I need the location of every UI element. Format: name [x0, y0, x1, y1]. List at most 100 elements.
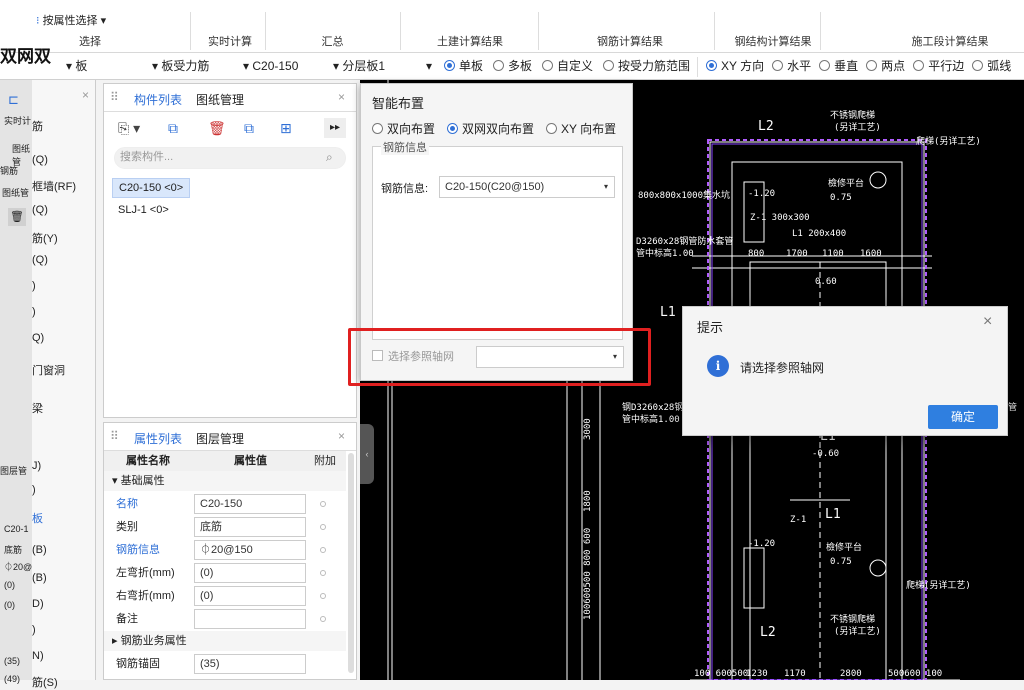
drag-handle-icon[interactable]: ⠿ [110, 429, 119, 443]
floor-type-dropdown[interactable]: ▾ 板 [66, 53, 87, 80]
scrollbar[interactable] [348, 453, 354, 673]
tab-property-list[interactable]: 属性列表 [134, 430, 182, 447]
property-row: 左弯折(mm) (0) [104, 562, 346, 584]
tree-item[interactable]: 门窗洞 [32, 362, 65, 378]
element-type-dropdown[interactable]: ▾ 板受力筋 [152, 53, 209, 80]
property-row: 备注 [104, 608, 346, 630]
tree-item[interactable]: ) [32, 306, 36, 318]
tree-item[interactable]: (Q) [32, 204, 48, 216]
strip-item: (0) [4, 600, 15, 610]
cad-label: 1700 [786, 249, 808, 259]
more-button[interactable]: ▸▸ [324, 118, 346, 138]
property-value[interactable]: (0) [194, 586, 306, 606]
strip-item[interactable]: 实时计 [4, 114, 31, 127]
direction-radio-0[interactable]: XY 方向 [706, 59, 764, 73]
layer-dropdown[interactable]: ▾ 分层板1 [333, 53, 385, 80]
property-value[interactable]: 底筋 [194, 517, 306, 537]
tree-item[interactable]: 筋(Y) [32, 230, 58, 246]
mode-radio-2[interactable]: XY 向布置 [546, 122, 616, 136]
layer-dropdown-arrow[interactable]: ▾ [426, 53, 432, 80]
tree-item[interactable]: ) [32, 280, 36, 292]
ok-button[interactable]: 确定 [928, 405, 998, 429]
cad-label: (另详工艺) [834, 625, 881, 637]
extra-checkbox[interactable] [320, 616, 326, 622]
placement-radio-3[interactable]: 按受力筋范围 [603, 59, 690, 73]
cad-label: 100 600500 [694, 669, 748, 679]
placement-radio-1[interactable]: 多板 [493, 59, 532, 73]
tree-item[interactable]: (B) [32, 544, 47, 556]
tree-item[interactable]: 框墙(RF) [32, 178, 76, 194]
direction-radio-4[interactable]: 平行边 [913, 59, 964, 73]
strip-item[interactable]: 图纸管 [2, 186, 29, 199]
copy-icon[interactable]: ⧉ [168, 120, 178, 137]
close-icon[interactable]: × [338, 429, 345, 443]
strip-item: C20-1 [4, 524, 29, 534]
tree-item[interactable]: N) [32, 650, 44, 662]
tree-item[interactable]: (B) [32, 572, 47, 584]
direction-radio-1[interactable]: 水平 [772, 59, 811, 73]
tree-item[interactable]: 筋 [32, 118, 43, 134]
property-name: 右弯折(mm) [116, 590, 175, 602]
cad-label: L2 [760, 625, 776, 640]
placement-radio-2[interactable]: 自定义 [542, 59, 593, 73]
copy-layer-icon[interactable]: ⧉ [244, 120, 254, 137]
new-component-icon[interactable]: ⎘ ▾ [118, 120, 140, 137]
tree-item[interactable]: 筋(S) [32, 674, 58, 690]
direction-radio-2[interactable]: 垂直 [819, 59, 858, 73]
tree-item[interactable]: ) [32, 484, 36, 496]
delete-icon[interactable]: 🗑 [208, 120, 226, 137]
tab-drawing-management[interactable]: 图纸管理 [196, 91, 244, 108]
ribbon: ⁝ 按属性选择 ▾ 选择 实时计算 汇总 土建计算结果 钢筋计算结果 钢结构计算… [0, 0, 1024, 53]
cad-label: 管 [1008, 401, 1017, 413]
component-item[interactable]: SLJ-1 <0> [118, 204, 169, 216]
tree-item[interactable]: D) [32, 598, 44, 610]
radio-icon [866, 60, 878, 71]
direction-radio-5[interactable]: 弧线 [972, 59, 1011, 73]
section-basic[interactable]: ▾ 基础属性 [104, 471, 346, 491]
property-value[interactable] [194, 609, 306, 629]
layout-icon[interactable]: ⊏ [8, 92, 19, 108]
property-value[interactable]: ⏀20@150 [194, 540, 306, 560]
component-dropdown[interactable]: ▾ C20-150 [243, 53, 298, 80]
tree-item[interactable]: J) [32, 460, 41, 472]
sort-icon[interactable]: ⊞ [280, 120, 292, 137]
mode-radio-0[interactable]: 双向布置 [372, 122, 435, 136]
strip-item[interactable]: 钢筋 [0, 164, 18, 177]
property-value[interactable]: (35) [194, 654, 306, 674]
extra-checkbox[interactable] [320, 501, 326, 507]
tree-item[interactable]: 板 [32, 510, 43, 526]
search-icon[interactable]: ⌕ [326, 150, 333, 165]
component-item[interactable]: C20-150 <0> [112, 178, 191, 198]
mode-radio-1[interactable]: 双网双向布置 [447, 122, 534, 136]
radio-icon [772, 60, 784, 71]
radio-icon [819, 60, 831, 71]
extra-checkbox[interactable] [320, 593, 326, 599]
close-icon[interactable]: × [82, 88, 89, 102]
dialog-title: 智能布置 [372, 96, 425, 111]
tab-layer-management[interactable]: 图层管理 [196, 430, 244, 447]
collapse-handle[interactable]: ‹ [360, 424, 374, 484]
close-icon[interactable]: × [338, 90, 345, 104]
component-search-input[interactable]: 搜索构件... [114, 147, 346, 169]
close-icon[interactable]: × [983, 313, 992, 331]
drag-handle-icon[interactable]: ⠿ [110, 90, 119, 104]
tree-item[interactable]: (Q) [32, 254, 48, 266]
property-value[interactable]: C20-150 [194, 494, 306, 514]
rebar-info-dropdown[interactable]: C20-150(C20@150) ▾ [439, 176, 615, 198]
section-rebar-business[interactable]: ▸ 钢筋业务属性 [104, 631, 346, 651]
tree-item[interactable]: Q) [32, 332, 44, 344]
cad-label: 1170 [784, 669, 806, 679]
attr-select-button[interactable]: ⁝ 按属性选择 ▾ [36, 12, 106, 28]
tab-component-list[interactable]: 构件列表 [134, 91, 182, 108]
property-value[interactable]: (0) [194, 563, 306, 583]
extra-checkbox[interactable] [320, 570, 326, 576]
group-summary: 汇总 [321, 36, 344, 48]
tree-item[interactable]: ) [32, 624, 36, 636]
extra-checkbox[interactable] [320, 524, 326, 530]
delete-icon[interactable]: 🗑 [8, 208, 26, 226]
extra-checkbox[interactable] [320, 547, 326, 553]
placement-radio-0[interactable]: 单板 [444, 59, 483, 73]
direction-radio-3[interactable]: 两点 [866, 59, 905, 73]
tree-item[interactable]: 梁 [32, 400, 43, 416]
tree-item[interactable]: (Q) [32, 154, 48, 166]
